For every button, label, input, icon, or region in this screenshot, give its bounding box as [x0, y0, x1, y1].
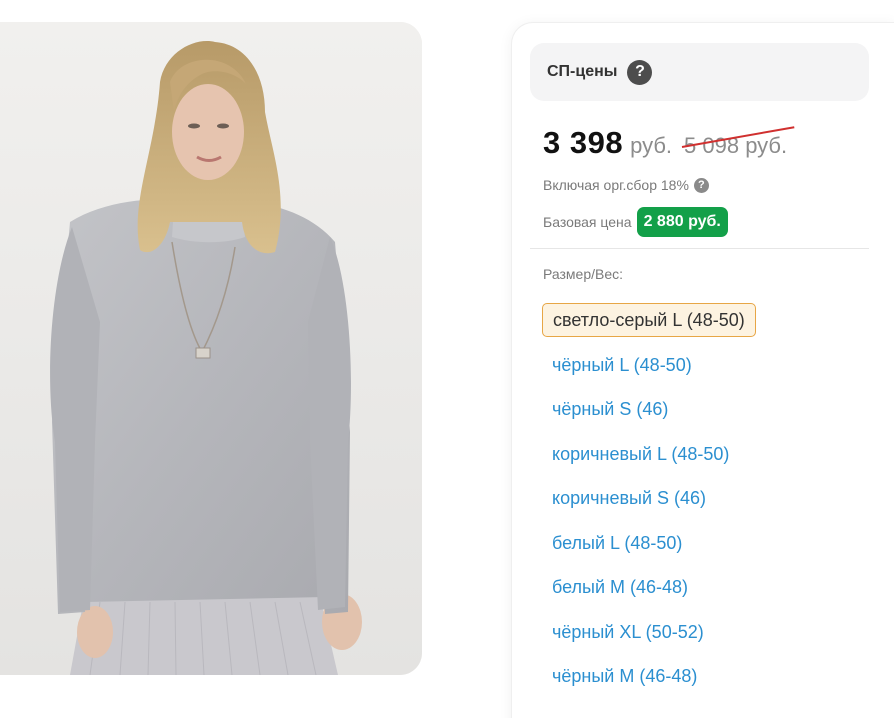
- size-option[interactable]: коричневый S (46): [542, 481, 756, 515]
- size-option-row: коричневый S (46): [542, 481, 756, 515]
- size-option-row: белый M (46-48): [542, 570, 756, 604]
- size-option[interactable]: чёрный M (46-48): [542, 659, 756, 693]
- size-option-row: светло-серый L (48-50): [542, 303, 756, 348]
- size-option[interactable]: чёрный XL (50-52): [542, 615, 756, 649]
- size-options-list: светло-серый L (48-50) чёрный L (48-50) чё…: [542, 303, 756, 704]
- price-row: 3 398 руб. 5 098 руб.: [543, 125, 795, 161]
- size-option-row: чёрный XL (50-52): [542, 615, 756, 649]
- base-price-row: Базовая цена 2 880 руб.: [543, 207, 728, 237]
- size-option[interactable]: чёрный S (46): [542, 392, 756, 426]
- model-photo: [0, 22, 422, 675]
- current-price: 3 398: [543, 125, 624, 160]
- product-image[interactable]: [0, 22, 422, 675]
- old-price: 5 098 руб.: [681, 126, 795, 159]
- size-option[interactable]: коричневый L (48-50): [542, 437, 756, 471]
- question-circle-icon[interactable]: ?: [693, 177, 709, 193]
- size-option[interactable]: белый M (46-48): [542, 570, 756, 604]
- base-price-label: Базовая цена: [543, 214, 632, 230]
- price-currency: руб.: [630, 133, 673, 158]
- size-option-row: белый L (48-50): [542, 526, 756, 560]
- size-option-row: коричневый L (48-50): [542, 437, 756, 471]
- org-fee-row: Включая орг.сбор 18% ?: [543, 177, 709, 193]
- org-fee-text: Включая орг.сбор 18%: [543, 177, 689, 193]
- size-weight-label: Размер/Вес:: [543, 266, 624, 282]
- size-option[interactable]: белый L (48-50): [542, 526, 756, 560]
- size-option-row: чёрный M (46-48): [542, 659, 756, 693]
- size-option-row: чёрный L (48-50): [542, 348, 756, 382]
- question-circle-icon[interactable]: ?: [627, 59, 653, 85]
- price-panel: СП-цены ? 3 398 руб. 5 098 руб. Включая …: [511, 22, 894, 718]
- base-price-badge: 2 880 руб.: [636, 207, 728, 237]
- product-page: СП-цены ? 3 398 руб. 5 098 руб. Включая …: [0, 0, 894, 718]
- divider: [530, 248, 869, 249]
- sp-prices-header: СП-цены ?: [530, 43, 869, 101]
- sp-prices-title: СП-цены: [547, 63, 618, 80]
- size-option-row: чёрный S (46): [542, 392, 756, 426]
- size-option[interactable]: чёрный L (48-50): [542, 348, 756, 382]
- size-option-selected[interactable]: светло-серый L (48-50): [542, 303, 756, 337]
